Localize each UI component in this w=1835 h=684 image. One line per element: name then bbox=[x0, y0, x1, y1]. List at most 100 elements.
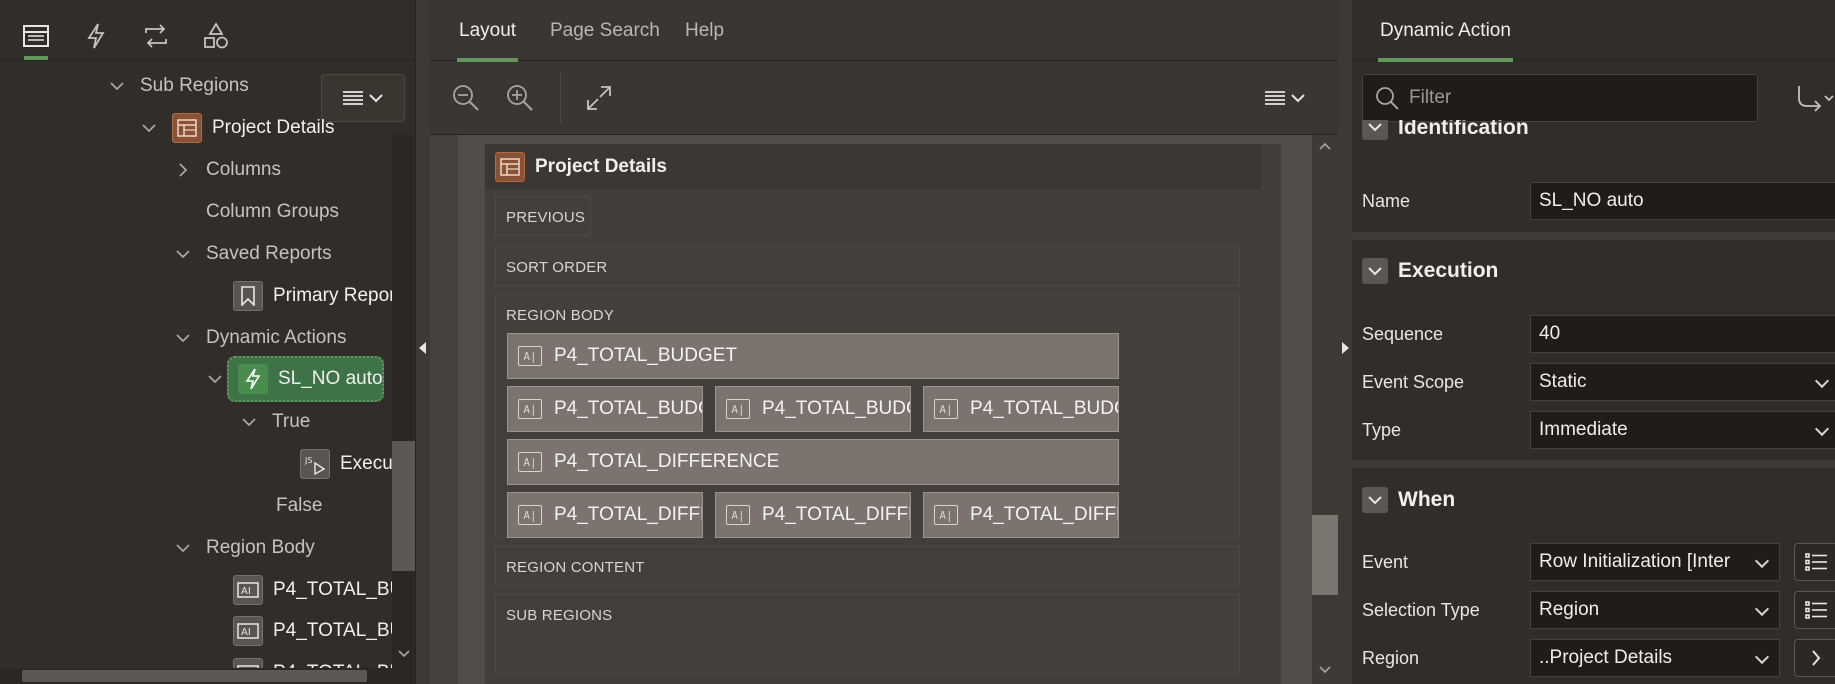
region-goto-button[interactable] bbox=[1794, 639, 1835, 677]
text-field-icon: AI bbox=[233, 575, 263, 605]
svg-text:AI: AI bbox=[241, 627, 251, 638]
tab-help[interactable]: Help bbox=[685, 20, 724, 42]
slot-region-body[interactable]: REGION BODY A| P4_TOTAL_BUDGET A| P4_TOT… bbox=[495, 294, 1240, 538]
chevron-down-icon[interactable] bbox=[172, 243, 194, 265]
left-splitter[interactable] bbox=[416, 0, 430, 684]
tab-page-search[interactable]: Page Search bbox=[550, 20, 660, 42]
region-project-details[interactable]: Project Details PREVIOUS SORT ORDER REGI… bbox=[484, 143, 1282, 684]
scrollbar-thumb[interactable] bbox=[392, 441, 415, 571]
event-select[interactable]: Row Initialization [Inter bbox=[1530, 543, 1780, 581]
page-item[interactable]: A| P4_TOTAL_DIFFER... bbox=[507, 492, 703, 538]
chevron-down-icon[interactable] bbox=[172, 327, 194, 349]
tree-node-label: Columns bbox=[206, 159, 281, 180]
zoom-in-button[interactable] bbox=[503, 81, 537, 115]
tree-node-label: Column Groups bbox=[206, 201, 340, 222]
text-field-icon: A| bbox=[726, 399, 750, 419]
tree-node-sub-regions[interactable]: Sub Regions bbox=[106, 65, 249, 107]
item-label: P4_TOTAL_BUDGET bbox=[554, 345, 738, 366]
text-field-icon: A| bbox=[934, 399, 958, 419]
page-item[interactable]: A| P4_TOTAL_DIFFERENCE bbox=[507, 439, 1119, 485]
tree-node-region-body[interactable]: Region Body bbox=[172, 527, 315, 569]
shared-components-tab[interactable] bbox=[194, 14, 238, 58]
tree-node-item[interactable]: AI P4_TOTAL_BU bbox=[233, 610, 403, 652]
chevron-down-icon[interactable] bbox=[398, 649, 410, 659]
name-field[interactable]: SL_NO auto bbox=[1530, 182, 1835, 220]
selection-type-list-button[interactable] bbox=[1794, 591, 1835, 629]
sequence-field[interactable]: 40 bbox=[1530, 315, 1835, 353]
page-item[interactable]: A| P4_TOTAL_BUDGE... bbox=[507, 386, 703, 432]
event-scope-select[interactable]: Static bbox=[1530, 363, 1835, 401]
slot-label: REGION BODY bbox=[506, 306, 615, 324]
slot-sort-order[interactable]: SORT ORDER bbox=[495, 246, 1240, 286]
chevron-down-icon[interactable] bbox=[1362, 487, 1388, 513]
tree-node-true[interactable]: True bbox=[238, 401, 310, 443]
tree-node-column-groups[interactable]: Column Groups bbox=[206, 191, 339, 233]
zoom-out-button[interactable] bbox=[449, 81, 483, 115]
tree-vertical-scrollbar[interactable] bbox=[392, 135, 415, 684]
sequence-label: Sequence bbox=[1362, 324, 1444, 344]
rendering-tree-tab[interactable] bbox=[14, 14, 58, 60]
page-item[interactable]: A| P4_TOTAL_BUDGET bbox=[507, 333, 1119, 379]
chevron-down-icon[interactable] bbox=[1362, 120, 1388, 140]
chevron-down-icon[interactable] bbox=[1319, 665, 1331, 675]
chevron-down-icon[interactable] bbox=[106, 75, 128, 97]
section-execution-header[interactable]: Execution bbox=[1362, 251, 1498, 291]
expand-button[interactable] bbox=[582, 81, 616, 115]
tree-node-saved-reports[interactable]: Saved Reports bbox=[172, 233, 332, 275]
dynamic-actions-tab[interactable] bbox=[74, 14, 118, 58]
section-identification-header[interactable]: Identification bbox=[1362, 120, 1529, 140]
text-field-icon: A| bbox=[518, 505, 542, 525]
layout-pane: Layout Page Search Help Project Details … bbox=[430, 0, 1338, 684]
tree-node-columns[interactable]: Columns bbox=[172, 149, 281, 191]
tree-node-label: Execut bbox=[340, 453, 399, 474]
layout-menu-button[interactable] bbox=[1260, 81, 1310, 115]
scrollbar-thumb[interactable] bbox=[22, 670, 367, 682]
selection-type-select[interactable]: Region bbox=[1530, 591, 1780, 629]
chevron-down-icon[interactable] bbox=[238, 411, 260, 433]
right-splitter[interactable] bbox=[1338, 0, 1352, 684]
slot-sub-regions[interactable]: SUB REGIONS bbox=[495, 594, 1240, 674]
slot-label: REGION CONTENT bbox=[506, 558, 645, 576]
zoom-in-icon bbox=[507, 85, 533, 111]
type-label: Type bbox=[1362, 420, 1402, 440]
chevron-down-icon[interactable] bbox=[1362, 258, 1388, 284]
tree-node-project-details[interactable]: Project Details bbox=[138, 107, 335, 149]
collapse-right-icon[interactable] bbox=[1342, 342, 1350, 354]
go-to-group-button[interactable] bbox=[1795, 82, 1835, 116]
tree-node-item[interactable]: AI P4_TOTAL_BU bbox=[233, 569, 403, 611]
list-icon bbox=[1805, 553, 1827, 571]
region-header[interactable]: Project Details bbox=[485, 144, 1261, 190]
tree-node-dynamic-actions[interactable]: Dynamic Actions bbox=[172, 317, 346, 359]
tree-node-sl-no-auto[interactable]: SL_NO auto bbox=[204, 358, 383, 400]
canvas-vertical-scrollbar[interactable] bbox=[1312, 135, 1338, 684]
scrollbar-thumb[interactable] bbox=[1312, 515, 1338, 595]
page-item[interactable]: A| P4_TOTAL_BUDGE... bbox=[923, 386, 1119, 432]
chevron-down-icon[interactable] bbox=[204, 368, 226, 390]
collapse-left-icon[interactable] bbox=[419, 342, 427, 354]
interactive-grid-icon bbox=[172, 113, 202, 143]
tree-horizontal-scrollbar[interactable] bbox=[0, 668, 392, 684]
tree-node-execute-javascript[interactable]: JS Execut bbox=[300, 443, 398, 485]
filter-input[interactable] bbox=[1409, 87, 1709, 109]
processing-tab[interactable] bbox=[134, 14, 178, 58]
page-item[interactable]: A| P4_TOTAL_DIFFER... bbox=[715, 492, 911, 538]
event-list-button[interactable] bbox=[1794, 543, 1835, 581]
type-select[interactable]: Immediate bbox=[1530, 411, 1835, 449]
slot-region-content[interactable]: REGION CONTENT bbox=[495, 546, 1240, 586]
section-title: When bbox=[1398, 488, 1456, 511]
page-item[interactable]: A| P4_TOTAL_BUDGE... bbox=[715, 386, 911, 432]
slot-previous[interactable]: PREVIOUS bbox=[495, 196, 591, 236]
chevron-down-icon[interactable] bbox=[138, 117, 160, 139]
chevron-right-icon[interactable] bbox=[172, 159, 194, 181]
page-item[interactable]: A| P4_TOTAL_DIFFER... bbox=[923, 492, 1119, 538]
section-when-header[interactable]: When bbox=[1362, 480, 1455, 520]
tree-node-false[interactable]: False bbox=[276, 485, 322, 527]
chevron-down-icon[interactable] bbox=[172, 537, 194, 559]
menu-lines-icon bbox=[1265, 91, 1285, 105]
tab-dynamic-action[interactable]: Dynamic Action bbox=[1378, 20, 1513, 62]
region-select[interactable]: ..Project Details bbox=[1530, 639, 1780, 677]
chevron-up-icon[interactable] bbox=[1319, 141, 1331, 151]
tab-layout[interactable]: Layout bbox=[456, 20, 519, 62]
filter-field[interactable] bbox=[1362, 74, 1758, 122]
tree-node-primary-report[interactable]: Primary Repor bbox=[233, 275, 395, 317]
